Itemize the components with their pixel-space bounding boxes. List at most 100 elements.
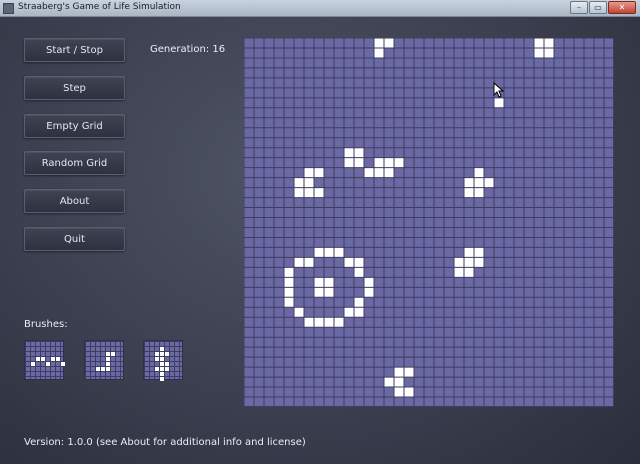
brush-cell bbox=[96, 367, 100, 371]
live-cell[interactable] bbox=[364, 277, 374, 288]
minimize-button[interactable]: – bbox=[570, 1, 588, 14]
live-cell[interactable] bbox=[404, 387, 414, 398]
live-cell[interactable] bbox=[354, 297, 364, 308]
live-cell[interactable] bbox=[464, 257, 474, 268]
life-grid-canvas[interactable] bbox=[244, 38, 614, 407]
empty-grid-button[interactable]: Empty Grid bbox=[24, 114, 125, 138]
live-cell[interactable] bbox=[394, 157, 404, 168]
live-cell[interactable] bbox=[474, 187, 484, 198]
live-cell[interactable] bbox=[344, 307, 354, 318]
brush-cell bbox=[160, 377, 164, 381]
live-cell[interactable] bbox=[284, 287, 294, 298]
brush-cell bbox=[111, 352, 115, 356]
live-cell[interactable] bbox=[294, 177, 304, 188]
title-bar[interactable]: Straaberg's Game of Life Simulation – ▭ … bbox=[0, 0, 640, 17]
brush-cell bbox=[160, 372, 164, 376]
live-cell[interactable] bbox=[304, 167, 314, 178]
live-cell[interactable] bbox=[324, 277, 334, 288]
brush-small-l[interactable] bbox=[84, 340, 124, 380]
brush-line[interactable] bbox=[24, 340, 65, 380]
live-cell[interactable] bbox=[404, 367, 414, 378]
live-cell[interactable] bbox=[294, 257, 304, 268]
maximize-button[interactable]: ▭ bbox=[589, 1, 607, 14]
live-cell[interactable] bbox=[544, 47, 554, 58]
live-cell[interactable] bbox=[374, 38, 384, 48]
live-cell[interactable] bbox=[384, 38, 394, 48]
about-button[interactable]: About bbox=[24, 189, 125, 213]
random-grid-button[interactable]: Random Grid bbox=[24, 151, 125, 175]
close-button[interactable]: ✕ bbox=[608, 1, 636, 14]
live-cell[interactable] bbox=[454, 267, 464, 278]
live-cell[interactable] bbox=[354, 157, 364, 168]
brush-cell bbox=[155, 352, 159, 356]
version-label: Version: 1.0.0 (see About for additional… bbox=[24, 437, 306, 448]
live-cell[interactable] bbox=[344, 147, 354, 158]
live-cell[interactable] bbox=[304, 177, 314, 188]
live-cell[interactable] bbox=[454, 257, 464, 268]
live-cell[interactable] bbox=[314, 317, 324, 328]
live-cell[interactable] bbox=[314, 287, 324, 298]
live-cell[interactable] bbox=[464, 187, 474, 198]
live-cell[interactable] bbox=[344, 257, 354, 268]
live-cell[interactable] bbox=[464, 177, 474, 188]
live-cell[interactable] bbox=[474, 177, 484, 188]
main-panel: Start / Stop Step Empty Grid Random Grid… bbox=[0, 17, 640, 464]
start-stop-button[interactable]: Start / Stop bbox=[24, 38, 125, 62]
brush-cell bbox=[160, 347, 164, 351]
live-cell[interactable] bbox=[534, 38, 544, 48]
live-cell[interactable] bbox=[384, 167, 394, 178]
live-cell[interactable] bbox=[344, 157, 354, 168]
live-cell[interactable] bbox=[294, 187, 304, 198]
live-cell[interactable] bbox=[314, 187, 324, 198]
life-grid[interactable] bbox=[244, 38, 614, 407]
live-cell[interactable] bbox=[394, 387, 404, 398]
app-icon bbox=[3, 3, 14, 14]
live-cell[interactable] bbox=[494, 97, 504, 108]
live-cell[interactable] bbox=[374, 157, 384, 168]
brush-cell bbox=[36, 357, 40, 361]
live-cell[interactable] bbox=[324, 287, 334, 298]
brush-cell bbox=[165, 362, 169, 366]
live-cell[interactable] bbox=[284, 277, 294, 288]
live-cell[interactable] bbox=[474, 247, 484, 258]
live-cell[interactable] bbox=[394, 377, 404, 388]
live-cell[interactable] bbox=[484, 177, 494, 188]
window-controls: – ▭ ✕ bbox=[570, 1, 636, 15]
live-cell[interactable] bbox=[314, 277, 324, 288]
live-cell[interactable] bbox=[294, 307, 304, 318]
live-cell[interactable] bbox=[334, 247, 344, 258]
live-cell[interactable] bbox=[464, 267, 474, 278]
live-cell[interactable] bbox=[544, 38, 554, 48]
live-cell[interactable] bbox=[534, 47, 544, 58]
live-cell[interactable] bbox=[394, 367, 404, 378]
live-cell[interactable] bbox=[354, 147, 364, 158]
live-cell[interactable] bbox=[304, 187, 314, 198]
live-cell[interactable] bbox=[314, 247, 324, 258]
live-cell[interactable] bbox=[334, 317, 344, 328]
brush-cell bbox=[41, 357, 45, 361]
grid-background bbox=[244, 38, 614, 407]
live-cell[interactable] bbox=[384, 157, 394, 168]
live-cell[interactable] bbox=[464, 247, 474, 258]
step-button[interactable]: Step bbox=[24, 76, 125, 100]
live-cell[interactable] bbox=[374, 167, 384, 178]
brush-dollar[interactable] bbox=[143, 340, 183, 381]
live-cell[interactable] bbox=[314, 167, 324, 178]
live-cell[interactable] bbox=[474, 257, 484, 268]
live-cell[interactable] bbox=[474, 167, 484, 178]
live-cell[interactable] bbox=[304, 257, 314, 268]
live-cell[interactable] bbox=[324, 247, 334, 258]
live-cell[interactable] bbox=[374, 47, 384, 58]
live-cell[interactable] bbox=[284, 267, 294, 278]
quit-button[interactable]: Quit bbox=[24, 227, 125, 251]
live-cell[interactable] bbox=[304, 317, 314, 328]
live-cell[interactable] bbox=[364, 287, 374, 298]
brush-line-preview bbox=[31, 357, 65, 366]
live-cell[interactable] bbox=[354, 307, 364, 318]
live-cell[interactable] bbox=[364, 167, 374, 178]
live-cell[interactable] bbox=[354, 257, 364, 268]
live-cell[interactable] bbox=[384, 377, 394, 388]
live-cell[interactable] bbox=[354, 267, 364, 278]
live-cell[interactable] bbox=[324, 317, 334, 328]
live-cell[interactable] bbox=[284, 297, 294, 308]
